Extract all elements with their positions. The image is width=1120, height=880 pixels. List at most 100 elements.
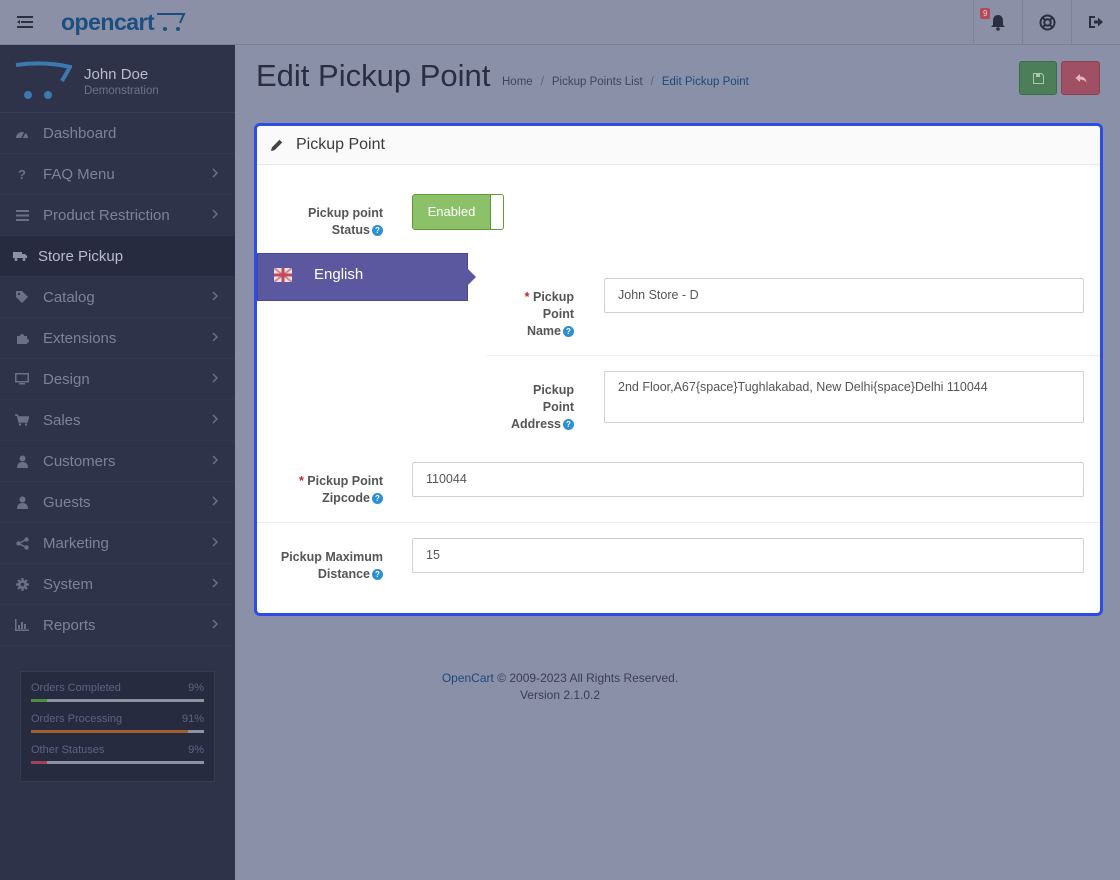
help-icon[interactable]: ? bbox=[372, 569, 383, 581]
sidebar-item-design[interactable]: Design bbox=[0, 359, 235, 400]
user-icon bbox=[15, 495, 29, 509]
status-label: Pickup point Status? bbox=[277, 205, 383, 239]
dashboard-icon bbox=[15, 126, 29, 140]
copyright-text: © 2009-2023 All Rights Reserved. bbox=[497, 671, 679, 685]
footer: OpenCart © 2009-2023 All Rights Reserved… bbox=[235, 670, 885, 704]
stat-other-statuses: Other Statuses 9% bbox=[31, 744, 204, 764]
progress-bar bbox=[31, 730, 204, 733]
zipcode-label-line: Pickup Point bbox=[307, 474, 383, 488]
sidebar-item-catalog[interactable]: Catalog bbox=[0, 277, 235, 318]
status-toggle[interactable]: Enabled bbox=[412, 194, 504, 230]
bell-icon bbox=[991, 14, 1005, 31]
save-button[interactable] bbox=[1019, 61, 1057, 95]
chevron-right-icon bbox=[212, 209, 218, 219]
help-icon[interactable]: ? bbox=[563, 419, 574, 431]
sidebar-item-label: Marketing bbox=[43, 534, 109, 552]
sidebar-item-guests[interactable]: Guests bbox=[0, 482, 235, 523]
breadcrumb-edit-pickup-point[interactable]: Edit Pickup Point bbox=[662, 76, 749, 88]
pencil-icon bbox=[271, 139, 283, 151]
sidebar-item-customers[interactable]: Customers bbox=[0, 441, 235, 482]
progress-bar bbox=[31, 699, 204, 702]
breadcrumb: Home / Pickup Points List / Edit Pickup … bbox=[502, 76, 749, 88]
required-marker: * bbox=[524, 290, 533, 304]
sidebar-item-marketing[interactable]: Marketing bbox=[0, 523, 235, 564]
opencart-link[interactable]: OpenCart bbox=[442, 671, 494, 685]
progress-fill bbox=[31, 699, 47, 702]
sidebar-item-reports[interactable]: Reports bbox=[0, 605, 235, 646]
life-ring-icon bbox=[1039, 14, 1055, 30]
breadcrumb-pickup-points-list[interactable]: Pickup Points List bbox=[552, 76, 643, 88]
name-label-line: Point bbox=[542, 307, 574, 321]
distance-label-line: Distance bbox=[317, 567, 370, 581]
distance-label-line: Pickup Maximum bbox=[280, 550, 383, 564]
zipcode-label-line: Zipcode bbox=[322, 491, 370, 505]
top-header: opencart 9 bbox=[0, 0, 1120, 45]
help-button[interactable] bbox=[1022, 0, 1071, 44]
sidebar-item-label: FAQ Menu bbox=[43, 165, 115, 183]
chevron-right-icon bbox=[212, 455, 218, 465]
sidebar-item-product-restriction[interactable]: Product Restriction bbox=[0, 195, 235, 236]
progress-fill bbox=[31, 730, 189, 733]
help-icon[interactable]: ? bbox=[372, 493, 383, 505]
pickup-maximum-distance-input[interactable]: 15 bbox=[412, 538, 1084, 573]
puzzle-icon bbox=[15, 331, 29, 345]
stat-orders-processing: Orders Processing 91% bbox=[31, 713, 204, 733]
order-stats-panel: Orders Completed 9% Orders Processing 91% … bbox=[20, 671, 215, 782]
gear-icon bbox=[15, 577, 29, 591]
menu-toggle-icon[interactable] bbox=[0, 0, 50, 44]
progress-fill bbox=[31, 761, 47, 764]
sidebar-item-faq-menu[interactable]: ? FAQ Menu bbox=[0, 154, 235, 195]
tab-label: English bbox=[314, 266, 364, 283]
tab-english[interactable]: English bbox=[257, 253, 476, 301]
list-icon bbox=[15, 208, 29, 222]
page-title: Edit Pickup Point bbox=[256, 58, 491, 93]
user-profile[interactable]: John Doe Demonstration bbox=[0, 45, 235, 113]
sidebar-item-label: Product Restriction bbox=[43, 206, 170, 224]
notification-badge: 9 bbox=[980, 8, 991, 19]
opencart-logo[interactable]: opencart bbox=[61, 7, 188, 37]
toggle-label: Enabled bbox=[427, 204, 476, 219]
cart-icon bbox=[15, 413, 29, 427]
address-label: Pickup Point Address? bbox=[494, 382, 574, 433]
sidebar-item-label: Dashboard bbox=[43, 124, 117, 142]
back-button[interactable] bbox=[1061, 61, 1100, 95]
sidebar-item-label: Store Pickup bbox=[38, 247, 124, 265]
panel-title: Pickup Point bbox=[296, 136, 385, 153]
chevron-right-icon bbox=[212, 373, 218, 383]
zipcode-label: * Pickup Point Zipcode? bbox=[277, 473, 383, 507]
status-label-line: Status bbox=[331, 223, 370, 237]
sidebar-item-sales[interactable]: Sales bbox=[0, 400, 235, 441]
sign-out-icon bbox=[1089, 16, 1103, 28]
sidebar-item-store-pickup[interactable]: Store Pickup bbox=[0, 236, 235, 277]
stat-value: 9% bbox=[188, 682, 204, 694]
stat-value: 91% bbox=[181, 713, 204, 725]
sidebar-item-label: Design bbox=[43, 370, 90, 388]
address-label-line: Point bbox=[542, 400, 574, 414]
sidebar-item-label: Customers bbox=[43, 452, 116, 470]
stat-orders-completed: Orders Completed 9% bbox=[31, 682, 204, 702]
chevron-right-icon bbox=[212, 578, 218, 588]
logout-button[interactable] bbox=[1071, 0, 1120, 44]
divider bbox=[257, 522, 1100, 523]
sidebar-item-label: Extensions bbox=[43, 329, 117, 347]
pickup-point-address-textarea[interactable]: 2nd Floor,A67{space}Tughlakabad, New Del… bbox=[604, 371, 1084, 423]
breadcrumb-home[interactable]: Home bbox=[502, 76, 533, 88]
help-icon[interactable]: ? bbox=[372, 225, 383, 237]
breadcrumb-separator: / bbox=[650, 76, 654, 88]
address-label-line: Pickup bbox=[533, 383, 574, 397]
chevron-right-icon bbox=[212, 332, 218, 342]
notifications-button[interactable]: 9 bbox=[973, 0, 1022, 44]
sidebar-item-system[interactable]: System bbox=[0, 564, 235, 605]
chevron-right-icon bbox=[212, 168, 218, 178]
user-name: John Doe bbox=[84, 66, 149, 83]
sidebar-item-label: Catalog bbox=[43, 288, 95, 306]
sidebar-item-extensions[interactable]: Extensions bbox=[0, 318, 235, 359]
name-label-line: Name bbox=[526, 324, 561, 338]
pickup-point-name-input[interactable]: John Store - D bbox=[604, 278, 1084, 313]
stat-label: Orders Processing bbox=[31, 713, 123, 725]
reply-icon bbox=[1075, 73, 1086, 83]
help-icon[interactable]: ? bbox=[563, 326, 574, 338]
sidebar-item-dashboard[interactable]: Dashboard bbox=[0, 113, 235, 154]
pickup-point-zipcode-input[interactable]: 110044 bbox=[412, 462, 1084, 497]
chevron-right-icon bbox=[212, 619, 218, 629]
